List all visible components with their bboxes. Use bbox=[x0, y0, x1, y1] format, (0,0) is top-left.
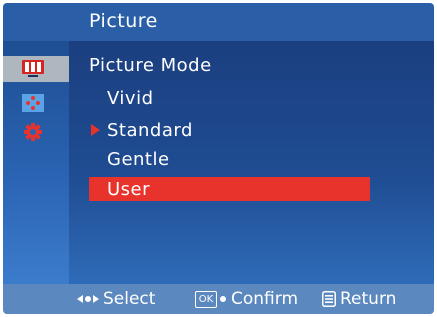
option-label: User bbox=[107, 179, 151, 200]
current-pointer-icon bbox=[91, 124, 100, 136]
arrows-icon bbox=[77, 295, 99, 303]
dots-icon bbox=[22, 94, 44, 112]
option-label: Vivid bbox=[107, 88, 154, 109]
option-gentle[interactable]: Gentle bbox=[89, 147, 370, 171]
hint-select: Select bbox=[77, 288, 155, 310]
option-standard[interactable]: Standard bbox=[89, 118, 370, 142]
option-label: Gentle bbox=[107, 149, 170, 170]
menu-header: Picture bbox=[3, 3, 434, 41]
sidebar bbox=[3, 41, 69, 284]
option-label: Standard bbox=[107, 120, 193, 141]
picture-mode-panel: Picture Mode Vivid Standard Gentle User bbox=[69, 41, 434, 284]
section-label: Picture Mode bbox=[89, 55, 212, 76]
hint-return-label: Return bbox=[340, 289, 397, 309]
hint-return: Return bbox=[322, 288, 396, 310]
option-user[interactable]: User bbox=[89, 177, 370, 201]
hint-confirm: OK Confirm bbox=[195, 288, 298, 310]
hint-select-label: Select bbox=[103, 289, 156, 309]
hint-confirm-label: Confirm bbox=[231, 289, 299, 309]
footer-hints: Select OK Confirm Return bbox=[3, 284, 434, 314]
page-title: Picture bbox=[89, 10, 158, 32]
sidebar-item-picture[interactable] bbox=[22, 60, 44, 78]
ok-icon: OK bbox=[195, 290, 217, 308]
picture-icon bbox=[22, 60, 44, 77]
bullet-icon bbox=[220, 296, 226, 302]
osd-menu: Picture Picture Mode Vivid Standard Gent… bbox=[3, 3, 434, 314]
option-vivid[interactable]: Vivid bbox=[89, 86, 370, 110]
sidebar-item-audio[interactable] bbox=[22, 94, 44, 112]
gear-icon bbox=[24, 123, 42, 141]
menu-icon bbox=[322, 291, 336, 307]
sidebar-item-settings[interactable] bbox=[22, 122, 44, 141]
